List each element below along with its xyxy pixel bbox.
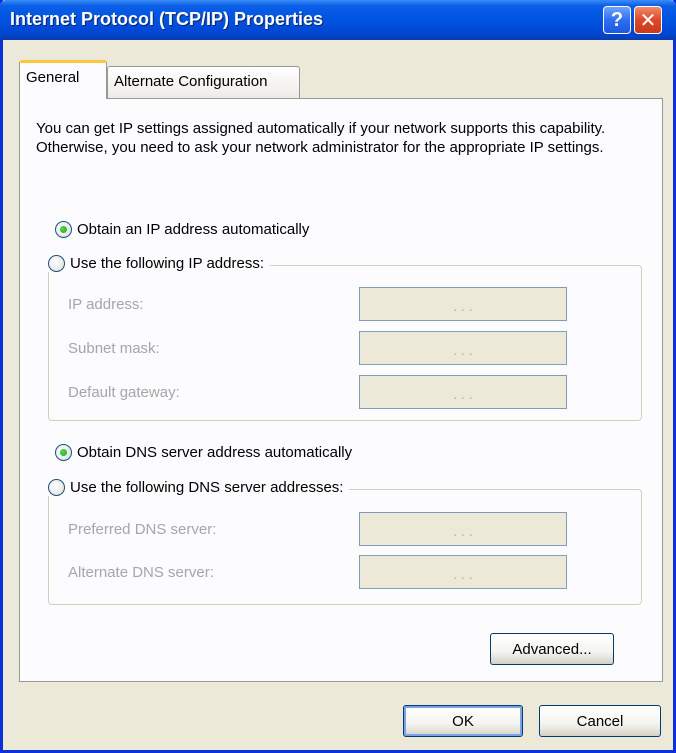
use-following-dns-radio[interactable]: Use the following DNS server addresses: bbox=[48, 479, 350, 496]
default-gateway-value: . . . bbox=[453, 386, 473, 402]
tab-alternate-configuration[interactable]: Alternate Configuration bbox=[107, 66, 300, 99]
radio-unchecked-icon bbox=[48, 255, 65, 272]
subnet-mask-label: Subnet mask: bbox=[68, 340, 160, 357]
subnet-mask-value: . . . bbox=[453, 342, 473, 358]
alternate-dns-label: Alternate DNS server: bbox=[68, 564, 214, 581]
preferred-dns-value: . . . bbox=[453, 523, 473, 539]
alternate-dns-field: . . . bbox=[359, 555, 567, 589]
properties-dialog: Internet Protocol (TCP/IP) Properties ? … bbox=[0, 0, 676, 753]
ok-button[interactable]: OK bbox=[403, 705, 523, 737]
cancel-button[interactable]: Cancel bbox=[539, 705, 661, 737]
use-following-ip-label: Use the following IP address: bbox=[70, 255, 264, 272]
ip-address-label: IP address: bbox=[68, 296, 144, 313]
obtain-ip-auto-label: Obtain an IP address automatically bbox=[77, 221, 310, 238]
subnet-mask-field: . . . bbox=[359, 331, 567, 365]
preferred-dns-label: Preferred DNS server: bbox=[68, 521, 217, 538]
default-gateway-label: Default gateway: bbox=[68, 384, 180, 401]
title-bar[interactable]: Internet Protocol (TCP/IP) Properties ? … bbox=[0, 0, 676, 40]
intro-text: You can get IP settings assigned automat… bbox=[36, 120, 606, 156]
preferred-dns-field: . . . bbox=[359, 512, 567, 546]
ip-address-field: . . . bbox=[359, 287, 567, 321]
help-icon[interactable]: ? bbox=[603, 6, 631, 34]
window-title: Internet Protocol (TCP/IP) Properties bbox=[10, 9, 324, 29]
tab-general[interactable]: General bbox=[19, 60, 107, 99]
alternate-dns-value: . . . bbox=[453, 566, 473, 582]
advanced-button[interactable]: Advanced... bbox=[490, 633, 614, 665]
use-following-ip-radio[interactable]: Use the following IP address: bbox=[48, 255, 270, 272]
obtain-ip-auto-radio[interactable]: Obtain an IP address automatically bbox=[55, 221, 316, 238]
obtain-dns-auto-label: Obtain DNS server address automatically bbox=[77, 444, 353, 461]
radio-checked-icon bbox=[55, 444, 72, 461]
close-icon[interactable]: ✕ bbox=[634, 6, 662, 34]
ip-address-value: . . . bbox=[453, 298, 473, 314]
use-following-dns-label: Use the following DNS server addresses: bbox=[70, 479, 344, 496]
radio-unchecked-icon bbox=[48, 479, 65, 496]
default-gateway-field: . . . bbox=[359, 375, 567, 409]
general-tab-panel: You can get IP settings assigned automat… bbox=[19, 98, 663, 682]
obtain-dns-auto-radio[interactable]: Obtain DNS server address automatically bbox=[55, 444, 359, 461]
radio-checked-icon bbox=[55, 221, 72, 238]
